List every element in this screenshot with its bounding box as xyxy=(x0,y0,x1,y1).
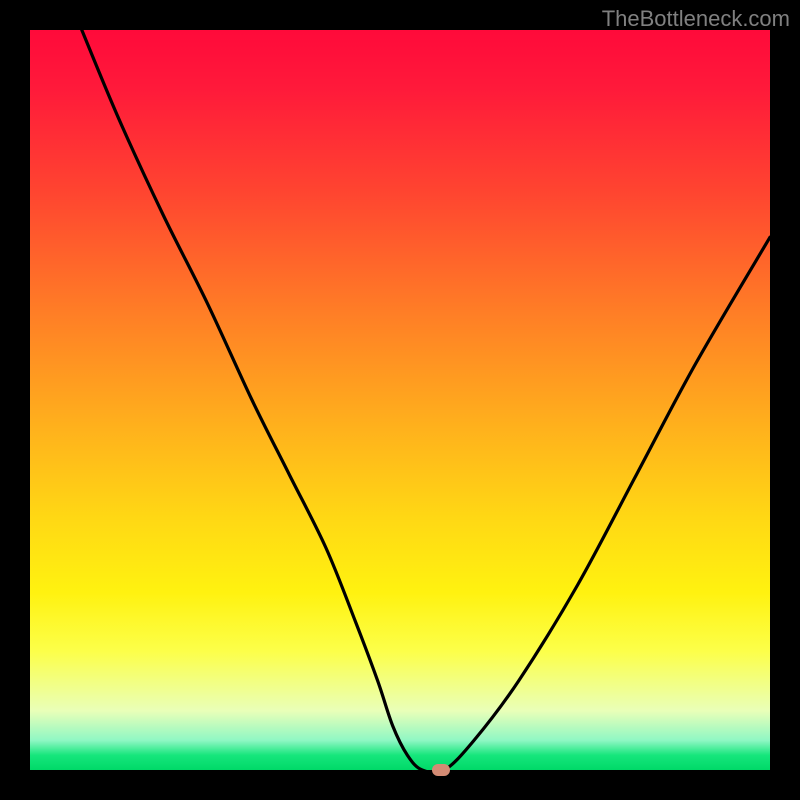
chart-container: TheBottleneck.com xyxy=(0,0,800,800)
curve-svg xyxy=(30,30,770,770)
optimal-point-marker xyxy=(432,764,450,776)
bottleneck-curve xyxy=(82,30,770,773)
plot-area xyxy=(30,30,770,770)
watermark-label: TheBottleneck.com xyxy=(602,6,790,32)
